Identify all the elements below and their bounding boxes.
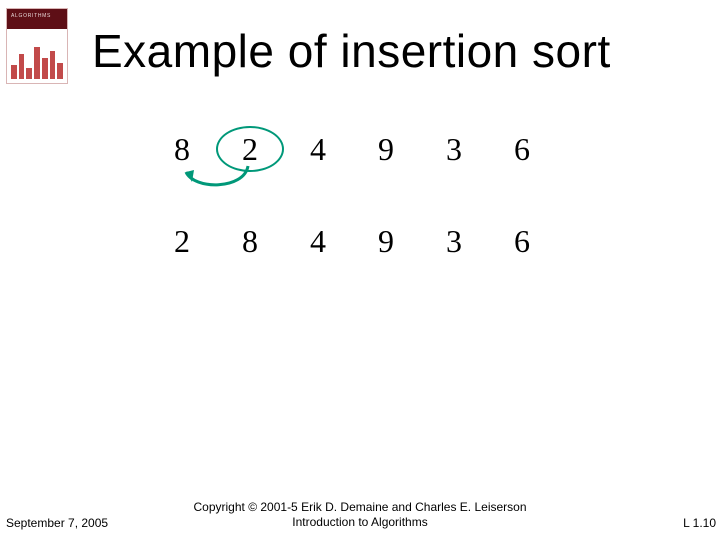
array-cell: 4 [284, 218, 352, 264]
array-cell: 6 [488, 218, 556, 264]
array-cell: 4 [284, 126, 352, 172]
array-cell: 9 [352, 218, 420, 264]
array-cell: 2 [148, 218, 216, 264]
array-cell: 3 [420, 126, 488, 172]
array-row: 2 8 4 9 3 6 [148, 218, 556, 264]
array-row: 8 2 4 9 3 6 [148, 126, 556, 172]
array-cell: 8 [216, 218, 284, 264]
swap-arrow-icon [144, 160, 292, 208]
slide-title: Example of insertion sort [92, 24, 611, 78]
array-cell: 3 [420, 218, 488, 264]
book-cover-icon [6, 8, 68, 84]
array-cell: 9 [352, 126, 420, 172]
copyright-line-1: Copyright © 2001-5 Erik D. Demaine and C… [194, 500, 527, 514]
array-rows: 8 2 4 9 3 6 2 8 4 9 3 6 [148, 126, 556, 310]
footer-pagenum: L 1.10 [683, 516, 716, 530]
copyright-line-2: Introduction to Algorithms [292, 515, 427, 529]
array-cell: 6 [488, 126, 556, 172]
footer-copyright: Copyright © 2001-5 Erik D. Demaine and C… [0, 500, 720, 530]
footer: September 7, 2005 Copyright © 2001-5 Eri… [0, 494, 720, 534]
